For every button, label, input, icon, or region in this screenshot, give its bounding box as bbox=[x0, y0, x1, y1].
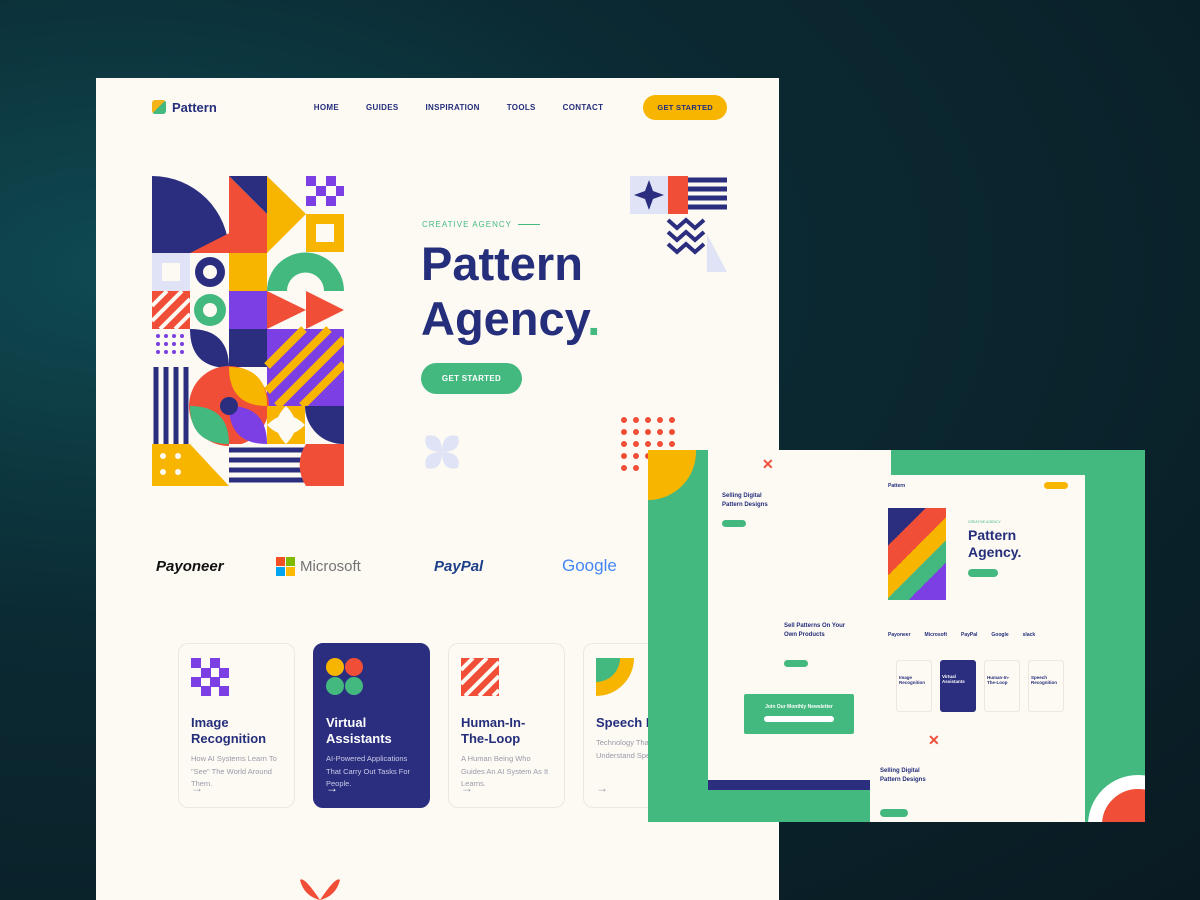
preview-right-pattern bbox=[888, 508, 946, 600]
card-desc: AI-Powered Applications That Carry Out T… bbox=[326, 754, 411, 788]
preview-right-title: Pattern Agency. bbox=[968, 527, 1022, 560]
preview-mid-button[interactable] bbox=[784, 660, 808, 667]
close-x-icon: ✕ bbox=[762, 456, 774, 472]
hero-title-line1: Pattern bbox=[421, 237, 583, 290]
preview-card[interactable]: Image Recognition bbox=[896, 660, 932, 712]
card-virtual-assistants[interactable]: Virtual Assistants AI-Powered Applicatio… bbox=[313, 643, 430, 808]
hero-get-started-button[interactable]: GET STARTED bbox=[421, 363, 522, 394]
hero-top-right-pattern bbox=[630, 176, 727, 272]
preview-right-bottom-button[interactable] bbox=[880, 809, 908, 817]
preview-right-page: Pattern CREATIVE AGENCY Pattern Agency. … bbox=[870, 475, 1085, 822]
arrow-right-icon[interactable]: → bbox=[326, 781, 338, 795]
preview-brand: Payoneer bbox=[888, 632, 911, 638]
brand-logos: Payoneer Microsoft PayPal Google bbox=[156, 556, 617, 576]
preview-newsletter-title: Join Our Monthly Newsletter bbox=[765, 704, 833, 710]
close-x-icon: ✕ bbox=[928, 732, 940, 748]
card-title: Image Recognition bbox=[191, 715, 267, 746]
preview-right-logo: Pattern bbox=[888, 483, 906, 489]
preview-right-bottom-title: Selling Digital Pattern Designs bbox=[880, 768, 926, 783]
service-cards: Image Recognition How AI Systems Learn T… bbox=[178, 643, 663, 808]
nav-get-started-button[interactable]: GET STARTED bbox=[643, 94, 727, 120]
preview-brand: Google bbox=[991, 632, 1009, 638]
newsletter-input[interactable] bbox=[764, 716, 834, 722]
hero-eyebrow: CREATIVE AGENCY bbox=[422, 220, 540, 229]
hero-title-line2: Agency bbox=[421, 292, 588, 345]
blob-icon bbox=[326, 658, 363, 695]
nav-tools[interactable]: TOOLS bbox=[507, 103, 536, 112]
preview-left-button[interactable] bbox=[722, 520, 746, 527]
logo-text: Pattern bbox=[172, 99, 217, 115]
preview-card[interactable]: Speech Recognition bbox=[1028, 660, 1064, 712]
nav-inspiration[interactable]: INSPIRATION bbox=[425, 103, 479, 112]
preview-brand: Microsoft bbox=[924, 632, 948, 638]
microsoft-icon bbox=[276, 556, 295, 576]
arrow-right-icon[interactable]: → bbox=[191, 781, 203, 795]
navbar: Pattern HOME GUIDES INSPIRATION TOOLS CO… bbox=[152, 94, 727, 120]
preview-newsletter: Join Our Monthly Newsletter bbox=[744, 694, 854, 734]
brand-paypal: PayPal bbox=[434, 557, 484, 575]
preview-brand: slack bbox=[1022, 632, 1036, 638]
card-title: Virtual Assistants bbox=[326, 715, 392, 746]
nav-links: HOME GUIDES INSPIRATION TOOLS CONTACT bbox=[314, 103, 604, 112]
hero-pattern-illustration bbox=[152, 176, 344, 486]
hero-title: Pattern Agency. bbox=[421, 236, 600, 346]
card-human-in-the-loop[interactable]: Human-In-The-Loop A Human Being Who Guid… bbox=[448, 643, 565, 808]
nav-guides[interactable]: GUIDES bbox=[366, 103, 398, 112]
card-desc: A Human Being Who Guides An AI System As… bbox=[461, 754, 549, 788]
preview-left-title: Selling Digital Pattern Designs bbox=[722, 493, 768, 508]
card-title: Speech Recognition bbox=[596, 715, 662, 730]
hero-title-dot: . bbox=[587, 292, 601, 345]
preview-mockup: Selling Digital Pattern Designs Sell Pat… bbox=[648, 450, 1145, 822]
card-image-recognition[interactable]: Image Recognition How AI Systems Learn T… bbox=[178, 643, 295, 808]
stripes-icon bbox=[459, 656, 501, 698]
preview-brand: PayPal bbox=[961, 632, 978, 638]
preview-mid-title: Sell Patterns On Your Own Products bbox=[784, 623, 846, 638]
quarter-icon bbox=[596, 658, 634, 696]
corner-yellow-decoration bbox=[648, 450, 696, 500]
preview-right-eyebrow: CREATIVE AGENCY bbox=[968, 520, 1001, 524]
checker-icon bbox=[191, 658, 229, 696]
preview-right-cards: Image Recognition Virtual Assistants Hum… bbox=[896, 660, 1064, 712]
nav-contact[interactable]: CONTACT bbox=[563, 103, 604, 112]
hero-title-line2-wrap: Agency. bbox=[421, 291, 600, 346]
preview-right-brands: Payoneer Microsoft PayPal Google slack bbox=[888, 632, 1035, 638]
corner-circle-decoration bbox=[1088, 775, 1145, 822]
preview-right-cta[interactable] bbox=[1044, 482, 1068, 489]
card-title: Human-In-The-Loop bbox=[461, 715, 526, 746]
preview-card[interactable]: Virtual Assistants bbox=[940, 660, 976, 712]
preview-card[interactable]: Human-In-The-Loop bbox=[984, 660, 1020, 712]
brand-google: Google bbox=[562, 556, 617, 575]
brand-microsoft: Microsoft bbox=[300, 557, 361, 575]
arrow-right-icon[interactable]: → bbox=[461, 781, 473, 795]
sparkle-icon bbox=[425, 435, 459, 469]
butterfly-decoration bbox=[300, 879, 340, 900]
arrow-right-icon[interactable]: → bbox=[596, 781, 608, 795]
card-desc: How AI Systems Learn To "See" The World … bbox=[191, 754, 277, 788]
preview-right-hero-button[interactable] bbox=[968, 569, 998, 577]
preview-footer bbox=[708, 780, 891, 790]
logo[interactable]: Pattern bbox=[152, 100, 217, 115]
nav-home[interactable]: HOME bbox=[314, 103, 339, 112]
logo-icon bbox=[152, 100, 166, 114]
preview-left-page: Selling Digital Pattern Designs Sell Pat… bbox=[708, 450, 891, 790]
brand-payoneer: Payoneer bbox=[156, 557, 224, 575]
